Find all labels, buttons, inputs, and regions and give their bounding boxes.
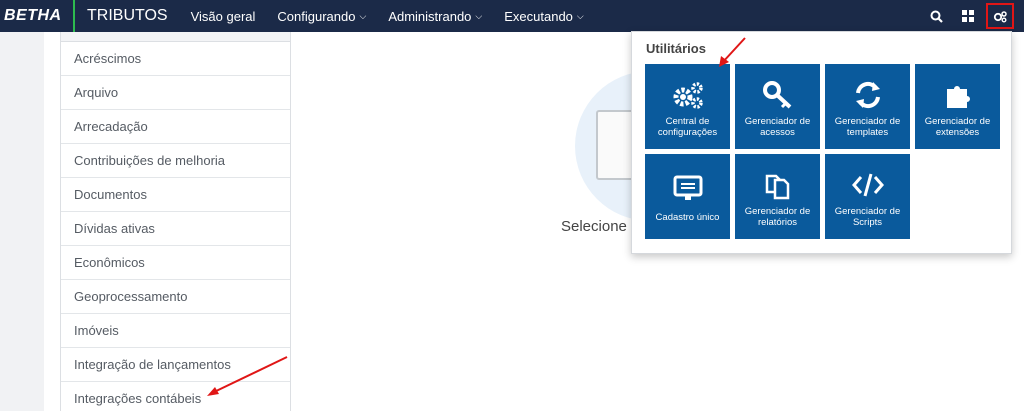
sidebar-item-documentos[interactable]: Documentos	[61, 178, 290, 212]
tile-cadastro-unico[interactable]: Cadastro único	[645, 154, 730, 239]
utilities-dropdown: Utilitários Central de configurações Ger…	[631, 31, 1012, 254]
sidebar-item-integracoes-contabeis[interactable]: Integrações contábeis	[61, 382, 290, 411]
sidebar-item-integracao-lancamentos[interactable]: Integração de lançamentos	[61, 348, 290, 382]
tile-gerenciador-acessos[interactable]: Gerenciador de acessos	[735, 64, 820, 149]
tile-gerenciador-scripts[interactable]: Gerenciador de Scripts	[825, 154, 910, 239]
sidebar-item-dividas-ativas[interactable]: Dívidas ativas	[61, 212, 290, 246]
left-gutter	[0, 32, 44, 411]
gears-icon	[673, 82, 703, 109]
code-icon	[851, 173, 884, 197]
search-icon	[930, 10, 943, 23]
top-navbar: BETHA TRIBUTOS Visão geral Configurando ⌵…	[0, 0, 1024, 32]
nav-executando[interactable]: Executando ⌵	[493, 9, 595, 24]
empty-state-text: Selecione	[561, 218, 627, 235]
chevron-down-icon: ⌵	[576, 10, 584, 21]
sidebar-item-geoprocessamento[interactable]: Geoprocessamento	[61, 280, 290, 314]
sidebar-header	[61, 32, 290, 42]
nav-visao-geral[interactable]: Visão geral	[180, 9, 267, 24]
app-name[interactable]: TRIBUTOS	[75, 7, 180, 25]
sidebar-item-imoveis[interactable]: Imóveis	[61, 314, 290, 348]
brand-logo[interactable]: BETHA	[0, 0, 75, 32]
tile-gerenciador-templates[interactable]: Gerenciador de templates	[825, 64, 910, 149]
sidebar-item-economicos[interactable]: Econômicos	[61, 246, 290, 280]
documents-icon	[765, 174, 789, 200]
sidebar-menu: Acréscimos Arquivo Arrecadação Contribui…	[60, 32, 291, 411]
sidebar-item-arquivo[interactable]: Arquivo	[61, 76, 290, 110]
apps-button[interactable]	[952, 0, 984, 32]
sidebar-item-contribuicoes[interactable]: Contribuições de melhoria	[61, 144, 290, 178]
monitor-icon	[673, 175, 702, 200]
sidebar-item-acrescimos[interactable]: Acréscimos	[61, 42, 290, 76]
nav-configurando[interactable]: Configurando ⌵	[266, 9, 377, 24]
chevron-down-icon: ⌵	[475, 10, 483, 21]
utilities-title: Utilitários	[646, 41, 706, 56]
sidebar-item-arrecadacao[interactable]: Arrecadação	[61, 110, 290, 144]
puzzle-icon	[946, 86, 970, 108]
search-button[interactable]	[920, 0, 952, 32]
key-icon	[762, 81, 791, 109]
tile-gerenciador-relatorios[interactable]: Gerenciador de relatórios	[735, 154, 820, 239]
utilities-button[interactable]	[986, 3, 1014, 29]
chevron-down-icon: ⌵	[359, 10, 367, 21]
tile-central-configuracoes[interactable]: Central de configurações	[645, 64, 730, 149]
gears-icon	[993, 10, 1007, 22]
refresh-icon	[855, 81, 880, 109]
tile-gerenciador-extensoes[interactable]: Gerenciador de extensões	[915, 64, 1000, 149]
grid-icon	[962, 10, 974, 22]
nav-administrando[interactable]: Administrando ⌵	[377, 9, 493, 24]
